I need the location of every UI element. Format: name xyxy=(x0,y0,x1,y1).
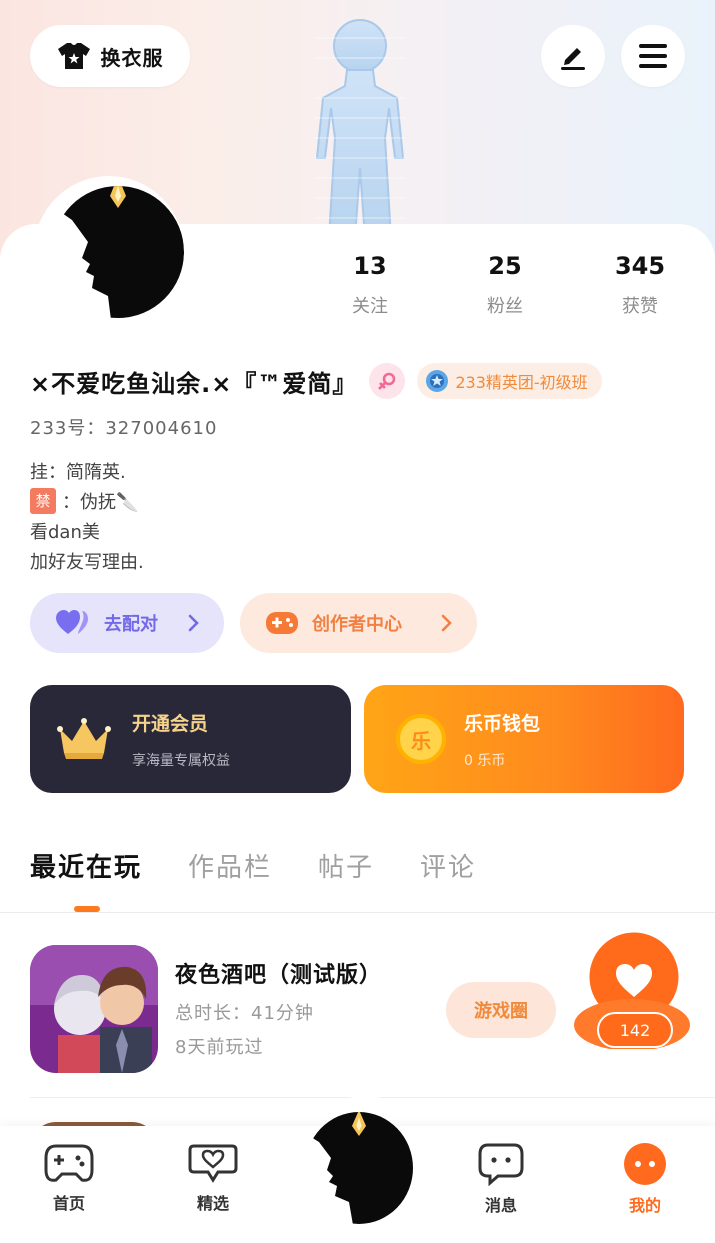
nav-messages-label: 消息 xyxy=(484,1196,517,1215)
vip-card[interactable]: 开通会员 享海量专属权益 xyxy=(30,685,351,793)
vip-subtitle: 享海量专属权益 xyxy=(132,752,230,769)
bio-line: 看dan美 xyxy=(30,522,100,543)
chevron-right-icon xyxy=(441,614,452,632)
heart-chat-icon xyxy=(188,1144,238,1183)
wallet-title: 乐币钱包 xyxy=(464,712,541,735)
wallet-card[interactable]: 乐 乐币钱包 0 乐币 xyxy=(364,685,684,793)
coin-icon-glyph: 乐 xyxy=(411,728,431,753)
club-badge[interactable]: 233精英团-初级班 xyxy=(417,363,602,399)
chevron-right-icon xyxy=(188,614,199,632)
game-title: 夜色酒吧（测试版） xyxy=(175,963,383,988)
profile-tabs: 最近在玩 作品栏 帖子 评论 xyxy=(30,845,522,885)
profile-avatar[interactable] xyxy=(52,176,184,328)
crown-icon xyxy=(57,718,111,759)
coin-icon: 乐 xyxy=(396,714,446,764)
tab-recent-played[interactable]: 最近在玩 xyxy=(30,847,142,884)
list-item[interactable]: 夜色酒吧（测试版） 总时长：41分钟 8天前玩过 游戏圈 142 xyxy=(0,929,715,1075)
likes-label: 获赞 xyxy=(622,296,658,317)
following-label: 关注 xyxy=(352,296,388,317)
nav-me[interactable]: 我的 xyxy=(600,1142,690,1216)
nav-home-label: 首页 xyxy=(52,1194,85,1213)
nickname: ×不爱吃鱼汕余.×『™爱简』 xyxy=(30,369,358,398)
gamepad-plus-icon xyxy=(266,612,298,634)
avatar-3d-figure xyxy=(315,19,405,238)
change-outfit-label: 换衣服 xyxy=(100,45,164,70)
game-last-played: 8天前玩过 xyxy=(175,1037,264,1058)
nav-featured[interactable]: 精选 xyxy=(168,1142,258,1214)
game-circle-button[interactable]: 游戏圈 xyxy=(446,982,556,1038)
bio-line: 禁 ：伪抚🔪 xyxy=(30,486,144,516)
pair-button[interactable]: 去配对 xyxy=(30,593,224,653)
me-icon xyxy=(624,1143,666,1185)
pair-label: 去配对 xyxy=(104,614,158,635)
wallet-balance: 0 乐币 xyxy=(464,752,506,769)
change-outfit-button[interactable]: 换衣服 xyxy=(30,25,190,87)
creator-center-button[interactable]: 创作者中心 xyxy=(240,593,477,653)
fans-count: 25 xyxy=(488,252,522,280)
female-icon xyxy=(369,363,406,399)
vip-title: 开通会员 xyxy=(132,712,209,735)
likes-count: 345 xyxy=(614,252,666,280)
menu-button[interactable] xyxy=(621,25,685,87)
ban-tag: 禁 xyxy=(30,488,56,514)
bio-line: 加好友写理由. xyxy=(30,552,144,573)
user-id: 233号：327004610 xyxy=(30,418,218,439)
nickname-row: ×不爱吃鱼汕余.×『™爱简』 233精英团-初级班 xyxy=(30,362,602,400)
tab-posts[interactable]: 帖子 xyxy=(318,847,374,884)
shirt-icon xyxy=(57,43,90,69)
tab-works[interactable]: 作品栏 xyxy=(188,847,272,884)
club-badge-label: 233精英团-初级班 xyxy=(455,373,588,392)
creator-center-label: 创作者中心 xyxy=(312,614,402,635)
fans-label: 粉丝 xyxy=(487,296,523,317)
stat-likes[interactable]: 345 获赞 xyxy=(585,252,695,318)
stat-following[interactable]: 13 关注 xyxy=(315,252,425,318)
gamepad-icon xyxy=(44,1144,94,1182)
nav-me-label: 我的 xyxy=(628,1196,661,1215)
bio-line: 挂：简隋英. xyxy=(30,462,126,483)
like-count: 142 xyxy=(597,1012,673,1048)
following-count: 13 xyxy=(353,252,387,280)
stat-fans[interactable]: 25 粉丝 xyxy=(450,252,560,318)
game-total-time: 总时长：41分钟 xyxy=(175,1003,314,1024)
tab-comments[interactable]: 评论 xyxy=(420,847,476,884)
nav-avatar-center[interactable] xyxy=(303,1110,415,1225)
nav-featured-label: 精选 xyxy=(196,1194,229,1213)
menu-icon xyxy=(639,44,667,68)
profile-stats: 13 关注 25 粉丝 345 获赞 xyxy=(300,252,710,322)
message-icon xyxy=(478,1143,524,1186)
edit-profile-button[interactable] xyxy=(541,25,605,87)
club-medal-icon xyxy=(426,370,449,392)
game-icon xyxy=(30,945,158,1073)
bio-line-text: ：伪抚🔪 xyxy=(62,492,139,513)
nav-messages[interactable]: 消息 xyxy=(456,1142,546,1216)
divider xyxy=(0,912,715,913)
bio: 挂：简隋英. 禁 ：伪抚🔪 看dan美 加好友写理由. xyxy=(30,456,144,576)
double-heart-icon xyxy=(56,610,88,634)
nav-home[interactable]: 首页 xyxy=(24,1142,114,1214)
edit-icon xyxy=(561,48,585,70)
